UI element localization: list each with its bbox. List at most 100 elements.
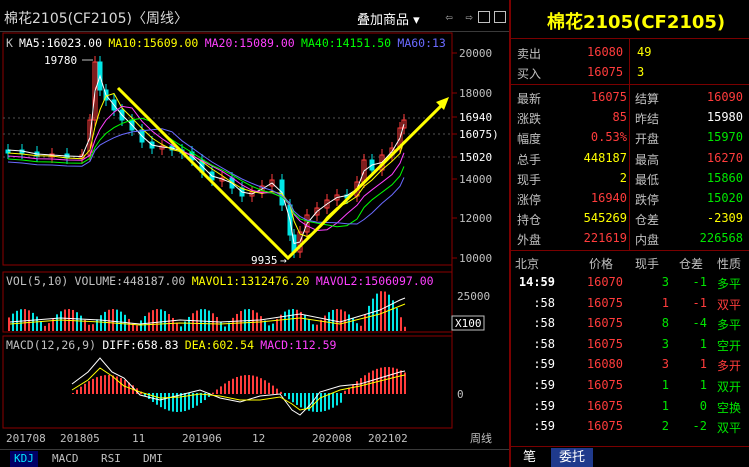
y-tick: 15020 [459,151,492,164]
tab-orders[interactable]: 委托 [551,448,594,467]
stat-row: 现手 2 最低 15860 [511,169,749,187]
volume-bar [220,321,222,331]
kline-chart-area[interactable]: K MA5:16023.00 MA10:15609.00 MA20:15089.00 M… [0,32,509,460]
macd-bar [112,375,114,394]
quote-panel: 棉花2105(CF2105) 卖出 16080 49 买入 16075 3 最新… [509,0,749,467]
stat-label: 最新 [517,92,542,106]
macd-bar [168,393,170,411]
volume-bar [192,313,194,331]
vol-unit-label: X100 [455,317,482,330]
x-tick: 202008 [312,432,352,445]
tick-row: :59 16075 1 1 双开 [511,376,749,394]
legend-item: VOLUME:448187.00 [75,274,186,288]
volume-bar [156,309,158,331]
legend-item: MA10:15609.00 [108,36,198,50]
tick-time: :59 [533,357,555,372]
macd-bar [292,393,294,403]
volume-bar [264,320,266,331]
stat-row: 外盘 221619 内盘 226568 [511,229,749,247]
y-tick: 14000 [459,173,492,186]
volume-bar [88,324,90,331]
tab-dmi[interactable]: DMI [139,451,167,467]
overlay-commodity-button[interactable]: 叠加商品 ▾ [357,9,420,28]
stat-label: 持仓 [517,213,542,228]
tab-trades[interactable]: 笔 [515,448,544,467]
stat-label: 外盘 [517,233,542,248]
legend-item: DIFF:658.83 [102,338,178,352]
volume-bar [388,294,390,331]
tick-price: 16075 [586,295,623,310]
stat-label: 涨跌 [517,112,542,127]
macd-bar [264,380,266,394]
macd-bar [384,367,386,394]
vol-tick-25000: 25000 [457,290,490,303]
tick-oi-change: 1 [699,378,707,392]
macd-bar [272,385,274,394]
volume-bar [316,324,318,331]
tick-volume: 2 [661,419,669,434]
ticks-col-header: 现手 [635,257,660,271]
macd-bar [180,393,182,412]
volume-bar [168,314,170,331]
stat-row: 持仓 545269 仓差 -2309 [511,209,749,227]
tick-price: 16075 [586,336,623,351]
volume-bar [76,312,78,331]
macd-bar [300,393,302,408]
volume-bar [336,309,338,331]
volume-bar [288,309,290,331]
macd-bar [164,393,166,410]
left-arrow-icon[interactable]: ⇦ [442,10,456,24]
volume-bar [200,309,202,331]
tab-kdj[interactable]: KDJ [10,451,38,467]
y-tick: 10000 [459,252,492,265]
volume-bar [348,314,350,331]
volume-bar [204,309,206,331]
right-arrow-icon[interactable]: ⇨ [462,10,476,24]
macd-bar [288,393,290,400]
high-label: 19780 [44,54,77,67]
stat-label: 内盘 [635,233,660,248]
volume-bar [8,317,10,331]
stat-value: 85 [612,110,627,125]
volume-bar [312,324,314,331]
stat-value: 226568 [699,231,743,246]
tick-oi-change: -2 [692,419,707,434]
macd-bar [356,381,358,394]
macd-bar [284,393,286,397]
macd-bar [152,393,154,402]
chart-icon[interactable] [478,11,490,23]
grid-icon[interactable] [494,11,506,23]
tick-time: :58 [533,336,555,351]
macd-bar [104,375,106,394]
macd-legend: MACD(12,26,9) DIFF:658.83 DEA:602.54 MACD:1… [6,338,337,352]
macd-bar [260,378,262,394]
macd-bar [256,376,258,394]
macd-bar [244,375,246,394]
stat-value: 16270 [706,150,743,165]
volume-bar [80,315,82,331]
stat-label: 跌停 [635,193,660,207]
ticks-col-header: 价格 [589,257,614,271]
stat-value: 0.53% [590,130,627,145]
volume-bar [232,317,234,331]
tick-price: 16080 [586,357,623,372]
tick-oi-change: -1 [692,295,707,310]
legend-item: MACD(12,26,9) [6,338,96,352]
volume-bar [292,309,294,331]
tick-oi-change: 1 [699,357,707,372]
legend-item: VOL(5,10) [6,274,68,288]
volume-bar [44,325,46,331]
tab-rsi[interactable]: RSI [97,451,125,467]
volume-bar [36,316,38,331]
macd-bar [232,378,234,394]
volume-bar [360,325,362,331]
volume-bar [104,311,106,331]
stat-label: 最高 [635,152,660,167]
tick-time: :58 [533,316,555,331]
volume-bar [172,317,174,331]
tick-price: 16075 [586,378,623,392]
tick-oi-change: -4 [692,316,707,331]
tab-macd[interactable]: MACD [48,451,83,467]
volume-bar [392,300,394,331]
macd-bar [88,381,90,394]
